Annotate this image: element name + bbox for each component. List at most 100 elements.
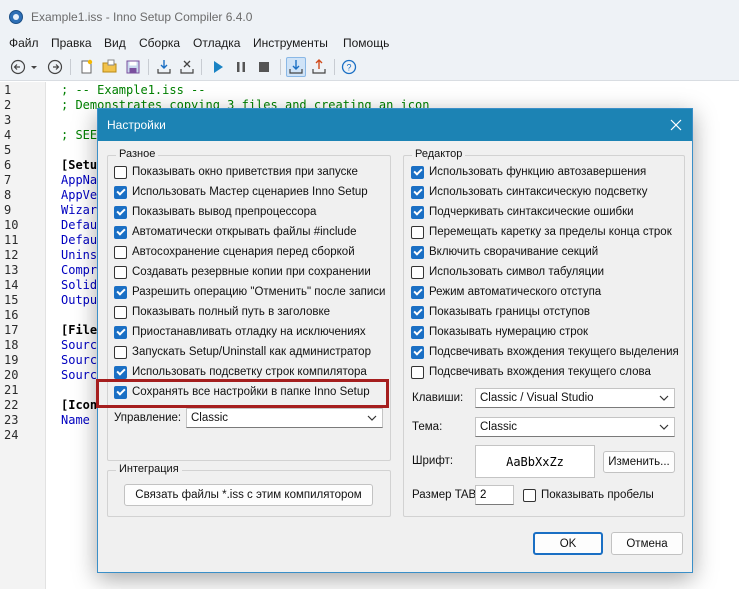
inno-setup-app-icon [9,10,23,24]
checkbox-empty-icon [114,305,127,319]
menu-file[interactable]: Файл [9,36,39,50]
checkbox-label: Разрешить операцию "Отменить" после запи… [132,286,386,298]
line-number: 13 [4,263,19,277]
setting-checkbox[interactable]: Запускать Setup/Uninstall как администра… [114,344,371,360]
setting-checkbox[interactable]: Разрешить операцию "Отменить" после запи… [114,284,385,300]
setting-checkbox[interactable]: Включить сворачивание секций [411,244,598,260]
chevron-down-icon [659,424,669,430]
associate-files-button[interactable]: Связать файлы *.iss с этим компилятором [124,484,373,506]
menu-debug[interactable]: Отладка [193,36,240,50]
debug-up-icon[interactable] [310,58,328,76]
change-font-button[interactable]: Изменить... [603,451,675,473]
line-number: 9 [4,203,12,217]
theme-label: Тема: [412,421,443,433]
toolbar: ? [0,53,739,81]
back-icon[interactable] [9,58,27,76]
pause-icon[interactable] [232,58,250,76]
toolbar-separator [70,59,71,75]
open-folder-icon[interactable] [101,58,119,76]
menu-build[interactable]: Сборка [139,36,180,50]
line-number: 6 [4,158,12,172]
checkbox-label: Показывать окно приветствия при запуске [132,166,358,178]
checkbox-checked-icon [114,225,127,239]
checkbox-checked-icon [411,345,424,359]
stop-compile-icon[interactable] [178,58,196,76]
compile-icon[interactable] [155,58,173,76]
keys-select[interactable]: Classic / Visual Studio [475,388,675,408]
menu-tools[interactable]: Инструменты [253,36,328,50]
setting-checkbox[interactable]: Подсвечивать вхождения текущего выделени… [411,344,679,360]
setting-checkbox[interactable]: Подсвечивать вхождения текущего слова [411,364,651,380]
line-number: 10 [4,218,19,232]
setting-checkbox[interactable]: Показывать окно приветствия при запуске [114,164,358,180]
setting-checkbox[interactable]: Автосохранение сценария перед сборкой [114,244,355,260]
debug-step-icon[interactable] [286,57,306,77]
forward-icon[interactable] [46,58,64,76]
code-line: [Setu [61,158,98,172]
line-number: 17 [4,323,19,337]
setting-checkbox[interactable]: Использовать синтаксическую подсветку [411,184,647,200]
checkbox-checked-icon [114,185,127,199]
setting-checkbox[interactable]: Использовать символ табуляции [411,264,604,280]
setting-checkbox[interactable]: Режим автоматического отступа [411,284,601,300]
setting-checkbox[interactable]: Использовать функцию автозавершения [411,164,646,180]
run-icon[interactable] [209,58,227,76]
menu-view[interactable]: Вид [104,36,126,50]
setting-checkbox[interactable]: Перемещать каретку за пределы конца стро… [411,224,672,240]
line-number: 14 [4,278,19,292]
setting-checkbox[interactable]: Приостанавливать отладку на исключениях [114,324,366,340]
highlight-box [96,379,389,408]
ok-button[interactable]: OK [533,532,603,555]
theme-select[interactable]: Classic [475,417,675,437]
menu-edit[interactable]: Правка [51,36,92,50]
control-select[interactable]: Classic [186,408,383,428]
code-line: Sourc [61,368,98,382]
cancel-button[interactable]: Отмена [611,532,683,555]
checkbox-checked-icon [411,165,424,179]
setting-checkbox[interactable]: Показывать границы отступов [411,304,590,320]
checkbox-label: Создавать резервные копии при сохранении [132,266,371,278]
line-number: 3 [4,113,12,127]
menu-help[interactable]: Помощь [343,36,389,50]
new-file-icon[interactable] [78,58,96,76]
checkbox-label: Режим автоматического отступа [429,286,602,298]
checkbox-label: Перемещать каретку за пределы конца стро… [429,226,672,238]
line-number: 7 [4,173,12,187]
editor-group-label: Редактор [412,148,466,160]
setting-checkbox[interactable]: Показывать полный путь в заголовке [114,304,330,320]
close-icon[interactable] [666,115,686,135]
setting-checkbox[interactable]: Использовать подсветку строк компилятора [114,364,367,380]
code-line: AppVe [61,188,98,202]
line-number: 2 [4,98,12,112]
code-line: Wizar [61,203,98,217]
control-select-value: Classic [191,412,229,424]
setting-checkbox[interactable]: Показывать вывод препроцессора [114,204,316,220]
line-number: 20 [4,368,19,382]
help-icon[interactable]: ? [340,58,358,76]
setting-checkbox[interactable]: Использовать Мастер сценариев Inno Setup [114,184,368,200]
stop-icon[interactable] [255,58,273,76]
show-spaces-checkbox[interactable]: Показывать пробелы [523,487,654,503]
chevron-down-icon [659,395,669,401]
checkbox-checked-icon [114,285,127,299]
save-icon[interactable] [124,58,142,76]
show-spaces-label: Показывать пробелы [541,489,654,501]
checkbox-label: Показывать вывод препроцессора [132,206,317,218]
setting-checkbox[interactable]: Автоматически открывать файлы #include [114,224,357,240]
checkbox-label: Использовать подсветку строк компилятора [132,366,367,378]
toolbar-separator [334,59,335,75]
setting-checkbox[interactable]: Подчеркивать синтаксические ошибки [411,204,634,220]
checkbox-label: Автоматически открывать файлы #include [132,226,357,238]
checkbox-label: Автосохранение сценария перед сборкой [132,246,355,258]
code-line: Solid [61,278,98,292]
dropdown-arrow-icon[interactable] [29,58,39,76]
checkbox-box [523,488,536,502]
font-label: Шрифт: [412,455,454,467]
keys-label: Клавиши: [412,392,464,404]
setting-checkbox[interactable]: Создавать резервные копии при сохранении [114,264,371,280]
menu-bar: Файл Правка Вид Сборка Отладка Инструмен… [0,33,739,53]
setting-checkbox[interactable]: Показывать нумерацию строк [411,324,588,340]
keys-select-value: Classic / Visual Studio [480,392,594,404]
checkbox-checked-icon [411,185,424,199]
tab-size-input[interactable]: 2 [475,485,514,505]
